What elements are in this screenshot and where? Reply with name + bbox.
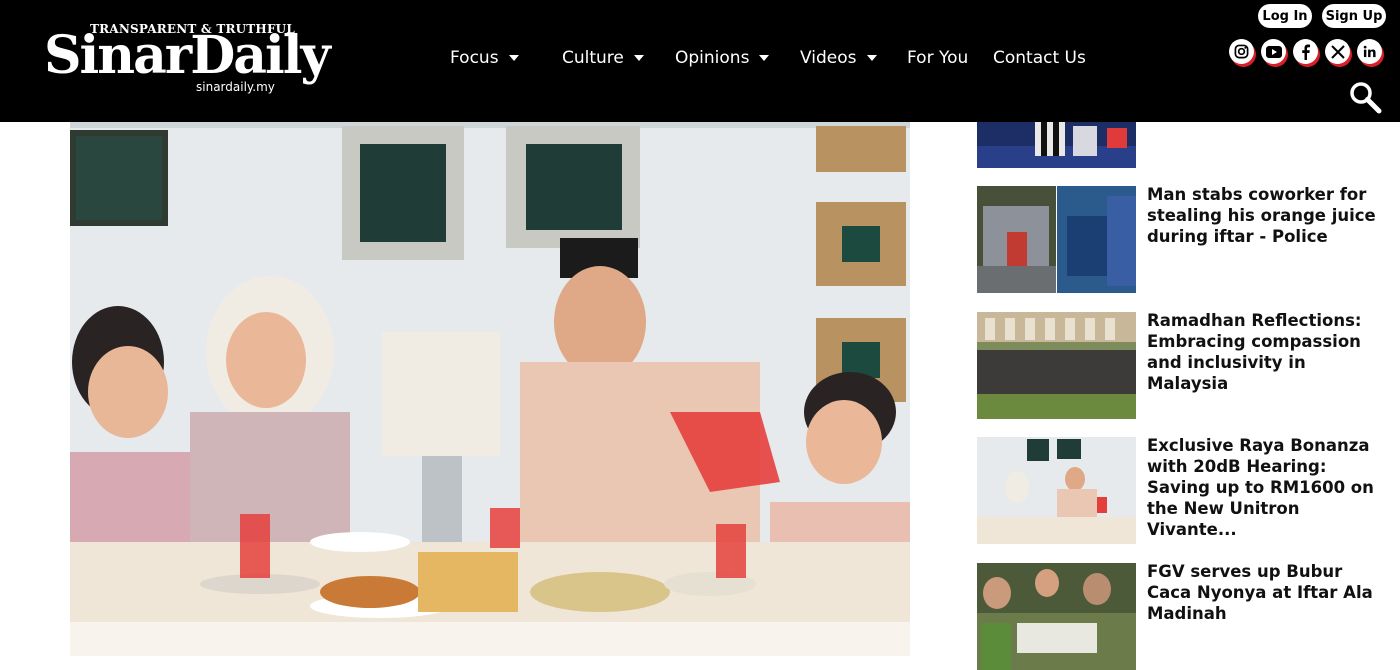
nav-item-focus[interactable]: Focus bbox=[450, 48, 548, 68]
sidebar-article[interactable]: Ramadhan Reflections: Embracing compassi… bbox=[977, 310, 1400, 419]
nav-label: For You bbox=[907, 48, 969, 68]
nav-label: Culture bbox=[562, 48, 624, 68]
nav-label: Videos bbox=[800, 48, 857, 68]
article-thumbnail[interactable] bbox=[977, 186, 1136, 293]
search-icon[interactable] bbox=[1348, 80, 1382, 114]
hero-image[interactable] bbox=[70, 122, 910, 656]
article-thumbnail-partial[interactable] bbox=[977, 122, 1136, 168]
sidebar-article[interactable]: Man stabs coworker for stealing his oran… bbox=[977, 184, 1400, 293]
login-button[interactable]: Log In bbox=[1258, 4, 1312, 28]
nav-item-opinions[interactable]: Opinions bbox=[675, 48, 800, 68]
nav-item-contact-us[interactable]: Contact Us bbox=[993, 48, 1086, 68]
nav-label: Contact Us bbox=[993, 48, 1086, 68]
instagram-icon[interactable] bbox=[1229, 39, 1254, 64]
article-title[interactable]: FGV serves up Bubur Caca Nyonya at Iftar… bbox=[1147, 561, 1392, 624]
article-thumbnail[interactable] bbox=[977, 312, 1136, 419]
signup-button[interactable]: Sign Up bbox=[1322, 4, 1386, 28]
logo-domain: sinardaily.my bbox=[196, 80, 275, 94]
article-title[interactable]: Man stabs coworker for stealing his oran… bbox=[1147, 184, 1392, 247]
sidebar-article[interactable]: Exclusive Raya Bonanza with 20dB Hearing… bbox=[977, 435, 1400, 544]
youtube-icon[interactable] bbox=[1261, 39, 1286, 64]
site-header: TRANSPARENT & TRUTHFUL SinarDaily sinard… bbox=[0, 0, 1400, 122]
main-nav: Focus Culture Opinions Videos For You Co… bbox=[450, 44, 1086, 72]
facebook-icon[interactable] bbox=[1293, 39, 1318, 64]
nav-item-videos[interactable]: Videos bbox=[800, 48, 907, 68]
caret-down-icon bbox=[759, 55, 770, 61]
linkedin-icon[interactable] bbox=[1357, 39, 1382, 64]
nav-label: Focus bbox=[450, 48, 499, 68]
nav-item-culture[interactable]: Culture bbox=[562, 48, 675, 68]
sidebar-article[interactable]: FGV serves up Bubur Caca Nyonya at Iftar… bbox=[977, 561, 1400, 670]
site-logo[interactable]: TRANSPARENT & TRUTHFUL SinarDaily sinard… bbox=[44, 22, 331, 98]
caret-down-icon bbox=[508, 55, 519, 61]
x-icon[interactable] bbox=[1325, 39, 1350, 64]
nav-label: Opinions bbox=[675, 48, 750, 68]
caret-down-icon bbox=[633, 55, 644, 61]
article-thumbnail[interactable] bbox=[977, 437, 1136, 544]
logo-wordmark: SinarDaily bbox=[44, 25, 331, 86]
article-title[interactable]: Exclusive Raya Bonanza with 20dB Hearing… bbox=[1147, 435, 1392, 540]
social-links bbox=[1229, 39, 1382, 64]
nav-item-for-you[interactable]: For You bbox=[907, 48, 993, 68]
article-title[interactable]: Ramadhan Reflections: Embracing compassi… bbox=[1147, 310, 1392, 394]
caret-down-icon bbox=[866, 55, 877, 61]
article-thumbnail[interactable] bbox=[977, 563, 1136, 670]
